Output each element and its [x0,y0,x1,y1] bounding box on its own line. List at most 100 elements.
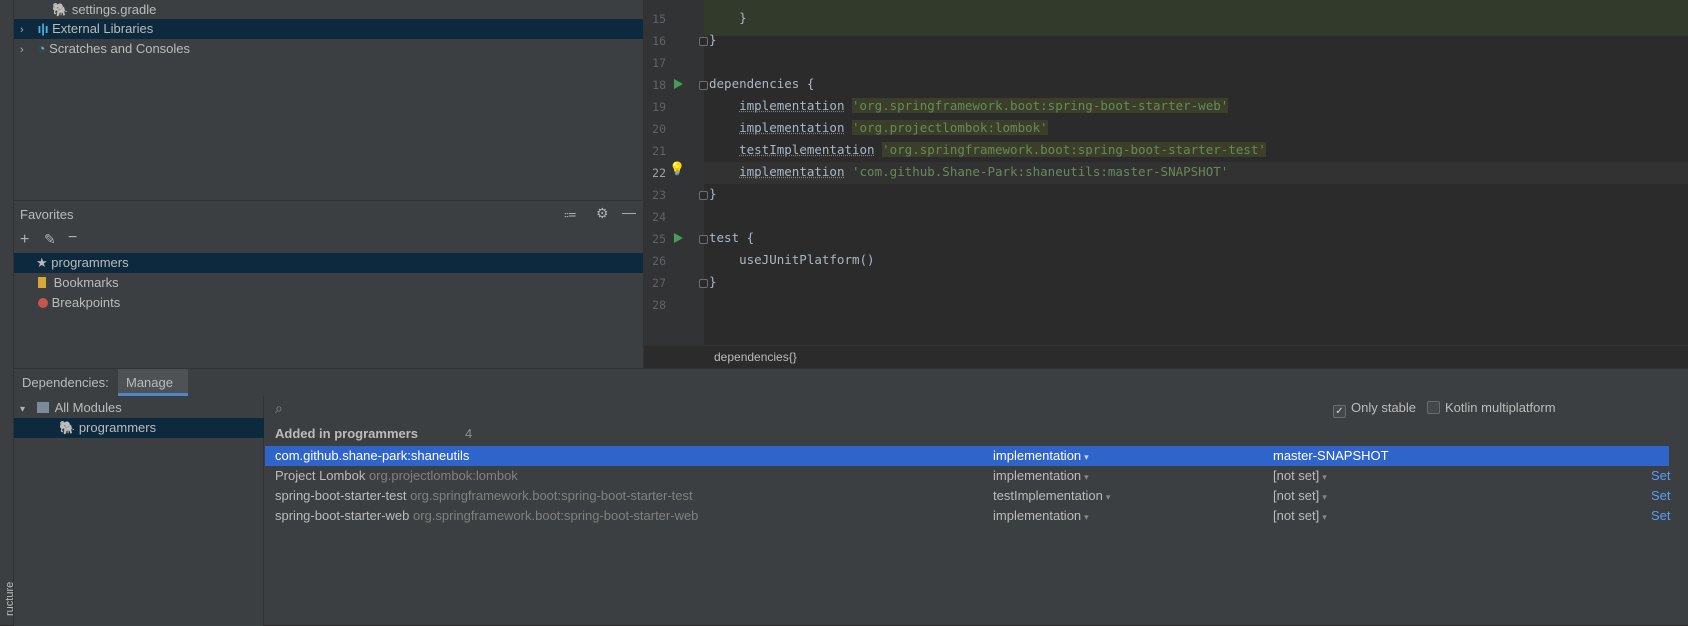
scope-label: testImplementation [993,488,1103,503]
checkbox-checked-icon: ✓ [1333,405,1346,418]
star-icon: ★ [36,255,48,270]
scope-label: implementation [993,468,1082,483]
chevron-down-icon[interactable]: ▾ [20,404,25,415]
dependencies-panel: Dependencies: Manage ▾ All Modules 🐘 pro… [14,368,1688,626]
fold-marker-icon[interactable] [699,191,708,200]
module-item-all-modules[interactable]: ▾ All Modules [14,398,264,418]
dependency-name: Project Lombok [275,468,366,483]
tree-item-external-libraries[interactable]: › ı|ı External Libraries [14,19,643,39]
gear-icon[interactable]: ⚙ [596,205,609,222]
set-version-link[interactable]: Set [1651,466,1671,486]
favorites-item-label: Breakpoints [51,295,121,310]
editor-breadcrumb[interactable]: dependencies{} [644,345,1688,368]
module-item-label: programmers [78,420,157,435]
run-icon[interactable] [674,233,683,243]
chevron-down-icon: ▾ [1084,452,1089,462]
module-item-label: All Modules [54,400,122,415]
line-number: 23 [652,188,666,202]
dependency-row[interactable]: com.github.shane-park:shaneutils impleme… [265,446,1669,466]
modules-tree: ▾ All Modules 🐘 programmers [14,396,264,626]
chevron-down-icon: ▾ [1084,472,1089,482]
dependency-name-cell: Project Lombok org.projectlombok:lombok [275,466,518,486]
remove-icon[interactable]: − [68,229,77,247]
chevron-down-icon: ▾ [1084,512,1089,522]
kotlin-multiplatform-checkbox[interactable]: Kotlin multiplatform [1427,400,1556,415]
fold-marker-icon[interactable] [699,81,708,90]
code-keyword: implementation [739,98,845,113]
tree-item-scratches[interactable]: › ◔ Scratches and Consoles [14,39,643,59]
scope-label: implementation [993,508,1082,523]
dependency-scope[interactable]: implementation ▾ [993,506,1089,527]
fold-marker-icon[interactable] [699,37,708,46]
gradle-icon: 🐘 [52,2,69,17]
line-number: 27 [652,276,666,290]
line-number: 15 [652,12,666,26]
chevron-down-icon: ▾ [1322,492,1327,502]
line-number: 28 [652,298,666,312]
left-tool-strip [0,0,14,625]
favorites-item-breakpoints[interactable]: Breakpoints [14,293,643,313]
code-string: 'org.projectlombok:lombok' [852,120,1048,135]
run-icon[interactable] [674,79,683,89]
code-string: 'org.springframework.boot:spring-boot-st… [852,98,1229,113]
search-icon[interactable]: ⌕ [275,400,283,417]
set-version-link[interactable]: Set [1651,506,1671,526]
code-line-21: testImplementation 'org.springframework.… [709,142,1266,157]
line-number-current: 22 [652,166,666,180]
chevron-right-icon[interactable]: › [20,40,30,60]
fold-marker-icon[interactable] [699,235,708,244]
dependency-row[interactable]: spring-boot-starter-web org.springframew… [265,506,1671,527]
code-keyword: implementation [739,164,845,179]
favorites-item-bookmarks[interactable]: Bookmarks [14,273,643,293]
bookmark-icon [38,277,46,288]
set-version-link[interactable]: Set [1651,486,1671,506]
favorites-item-label: programmers [51,255,129,270]
dependency-coordinate: org.projectlombok:lombok [368,468,518,483]
collapse-all-icon[interactable]: ⩴ [564,205,576,222]
favorites-item-label: Bookmarks [53,275,119,290]
code-line-18: dependencies { [709,76,815,91]
code-line-15: } [709,10,747,25]
dependencies-list-area: ⌕ ✓ Only stable Kotlin multiplatform Adde… [265,396,1688,626]
only-stable-checkbox[interactable]: ✓ Only stable [1333,400,1416,418]
dependency-version[interactable]: [not set] ▾ [1273,486,1327,507]
tree-item-label: Scratches and Consoles [49,41,191,56]
scratches-icon: ◔ [37,41,46,56]
dependency-version[interactable]: [not set] ▾ [1273,466,1327,487]
dependency-name: com.github.shane-park:shaneutils [275,448,470,463]
libraries-icon: ı|ı [37,21,49,36]
line-number: 19 [652,100,666,114]
tab-bar: Dependencies: Manage [14,369,1688,396]
tab-dependencies-title: Dependencies: [22,375,109,390]
dependency-version[interactable]: [not set] ▾ [1273,506,1327,527]
dependency-row[interactable]: spring-boot-starter-test org.springframe… [265,486,1671,507]
dependency-name: spring-boot-starter-test [275,488,407,503]
chevron-right-icon[interactable]: › [20,20,30,40]
module-item-programmers[interactable]: 🐘 programmers [14,418,264,438]
dependency-scope[interactable]: testImplementation ▾ [993,486,1110,507]
dependency-scope[interactable]: implementation ▾ [993,446,1089,467]
code-line-20: implementation 'org.projectlombok:lombok… [709,120,1048,135]
minimize-icon[interactable]: — [622,204,636,220]
search-input[interactable] [295,398,1295,420]
code-editor[interactable]: 15 16 17 18 19 20 21 22 23 24 25 26 27 2… [643,0,1688,368]
dependency-scope[interactable]: implementation ▾ [993,466,1089,487]
fold-marker-icon[interactable] [699,279,708,288]
tab-manage[interactable]: Manage [118,369,188,396]
lightbulb-icon[interactable]: 💡 [669,161,685,177]
edit-icon[interactable]: ✎ [44,231,56,248]
line-number: 26 [652,254,666,268]
checkbox-unchecked-icon [1427,401,1440,414]
code-keyword: implementation [739,120,845,135]
code-keyword: testImplementation [739,142,875,157]
line-number: 20 [652,122,666,136]
favorites-item-programmers[interactable]: ★ programmers [14,253,643,273]
project-panel: 🐘 settings.gradle › ı|ı External Librari… [14,0,643,200]
section-title: Added in programmers [275,426,419,441]
dependency-row[interactable]: Project Lombok org.projectlombok:lombok … [265,466,1671,487]
modules-icon [36,402,49,413]
tree-item-settings-gradle[interactable]: 🐘 settings.gradle [14,0,643,20]
dependency-name-cell: spring-boot-starter-web org.springframew… [275,506,698,526]
code-line-25: test { [709,230,755,245]
add-icon[interactable]: + [20,231,29,249]
